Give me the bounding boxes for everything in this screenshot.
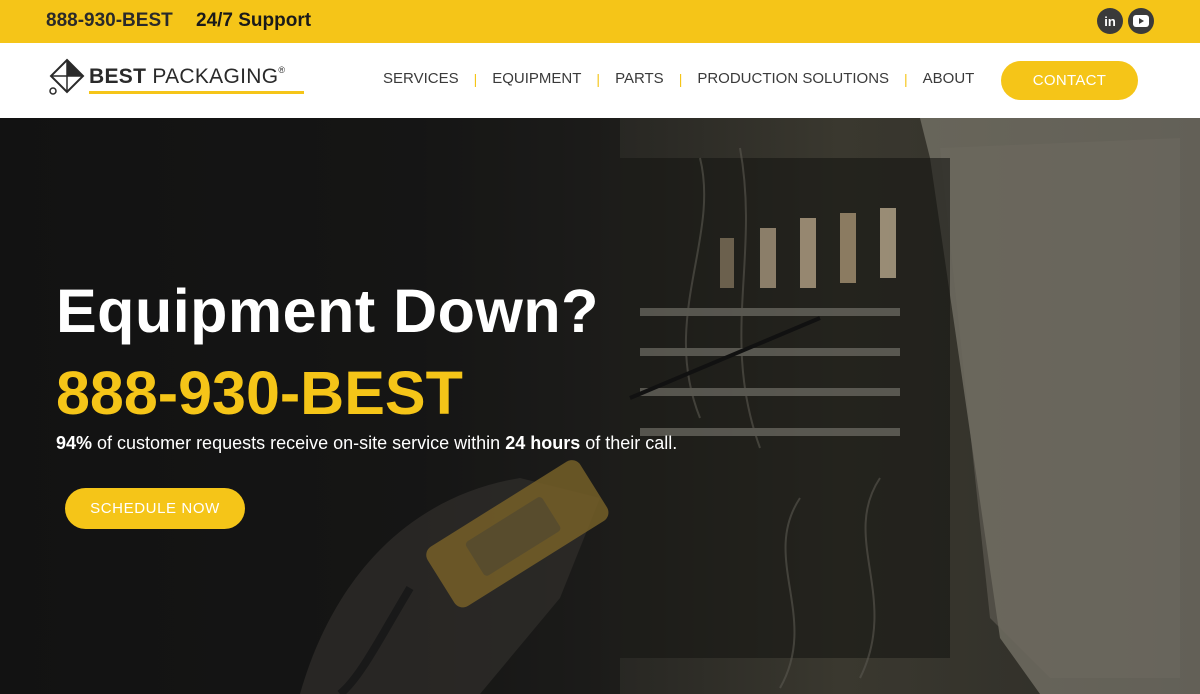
nav-separator: | [678,70,683,87]
contact-button[interactable]: CONTACT [1001,61,1138,100]
nav-item-production-solutions[interactable]: PRODUCTION SOLUTIONS [697,70,889,87]
nav-separator: | [596,70,601,87]
hero-phone-number[interactable]: 888-930-BEST [56,358,463,428]
nav-separator: | [904,70,908,87]
hero-subtext: 94% of customer requests receive on-site… [56,433,678,453]
brand-logo[interactable]: BEST PACKAGING® [47,58,317,100]
hero-headline: Equipment Down? [56,277,599,345]
topbar-support-label: 24/7 Support [196,10,312,31]
top-bar: 888-930-BEST 24/7 Support in [0,0,1200,43]
nav-item-about[interactable]: ABOUT [923,70,975,87]
youtube-icon[interactable] [1128,8,1154,34]
nav-item-parts[interactable]: PARTS [615,70,664,87]
nav-separator: | [473,70,478,87]
linkedin-icon[interactable]: in [1097,8,1123,34]
brand-underline [89,91,304,94]
site-header: BEST PACKAGING® SERVICES | EQUIPMENT | P… [0,43,1200,118]
brand-name: BEST PACKAGING® [89,65,286,88]
logo-mark-icon [49,58,85,95]
schedule-now-button[interactable]: SCHEDULE NOW [65,488,245,529]
topbar-phone-link[interactable]: 888-930-BEST [46,10,173,32]
hero-section: Equipment Down? 888-930-BEST 94% of cust… [0,118,1200,694]
main-nav: SERVICES | EQUIPMENT | PARTS | PRODUCTIO… [383,70,974,87]
nav-item-services[interactable]: SERVICES [383,70,459,87]
nav-item-equipment[interactable]: EQUIPMENT [492,70,581,87]
